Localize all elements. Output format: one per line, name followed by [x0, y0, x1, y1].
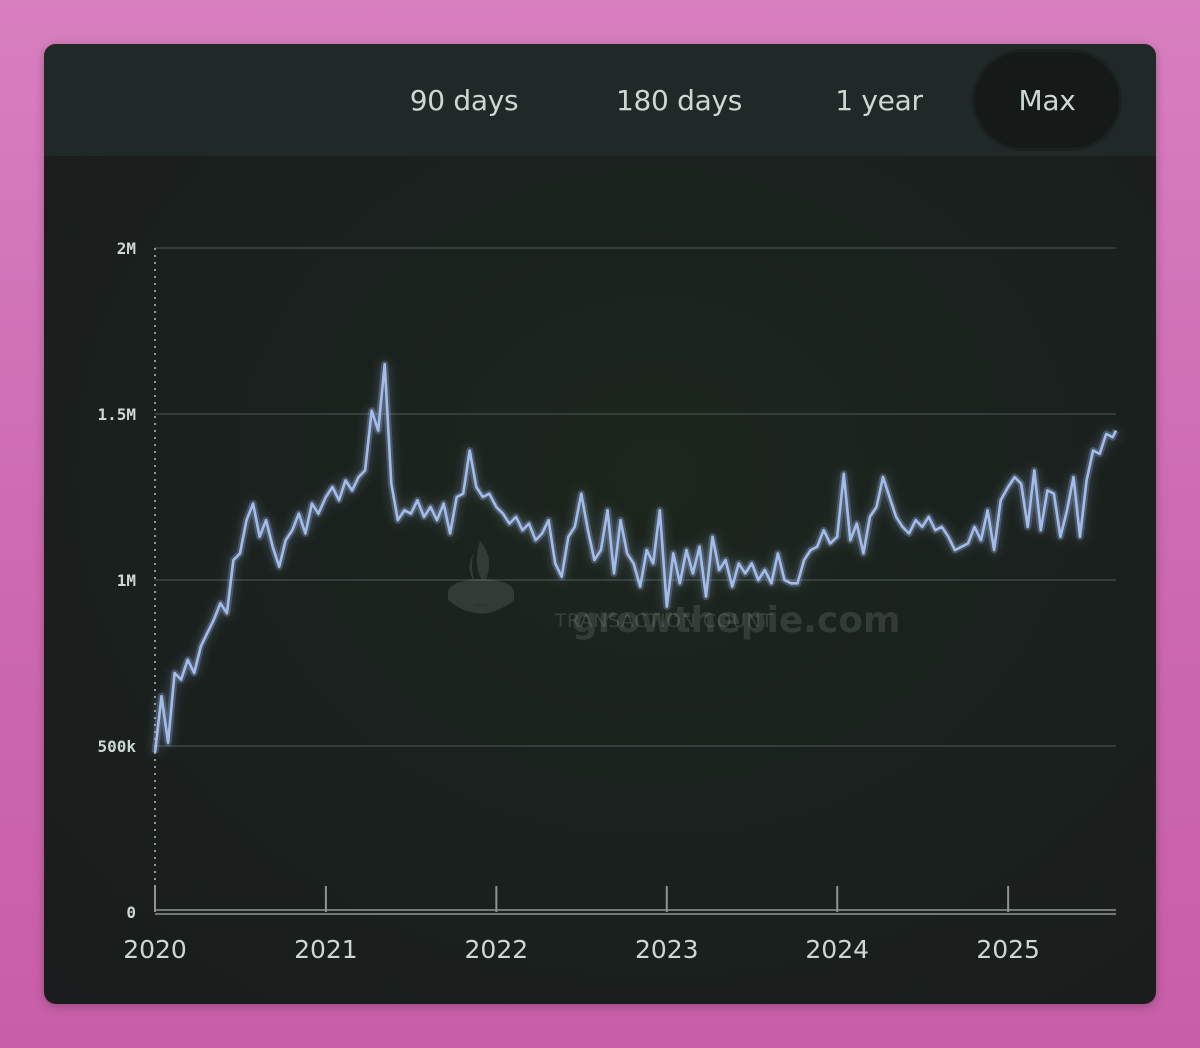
y-tick-label: 500k — [97, 737, 136, 756]
y-tick-label: 1.5M — [97, 405, 136, 424]
y-tick-label: 2M — [117, 239, 136, 258]
series-line-glow — [151, 360, 1120, 754]
x-tick-label: 2020 — [123, 935, 187, 964]
x-tick-label: 2023 — [635, 935, 699, 964]
transaction-count-chart: 0 500k 1M 1.5M 2M 2020 2021 2022 2023 2024 2025 — [97, 239, 1120, 964]
x-tick-label: 2025 — [976, 935, 1040, 964]
series-line — [153, 362, 1118, 753]
chart-card: 90 days 180 days 1 year Max growthepie.c… — [44, 44, 1156, 1004]
growthepie-logo-icon — [448, 541, 514, 614]
y-tick-label: 0 — [126, 903, 136, 922]
x-tick-label: 2024 — [805, 935, 869, 964]
x-tick-label: 2022 — [465, 935, 529, 964]
y-tick-label: 1M — [117, 571, 136, 590]
x-tick-label: 2021 — [294, 935, 358, 964]
